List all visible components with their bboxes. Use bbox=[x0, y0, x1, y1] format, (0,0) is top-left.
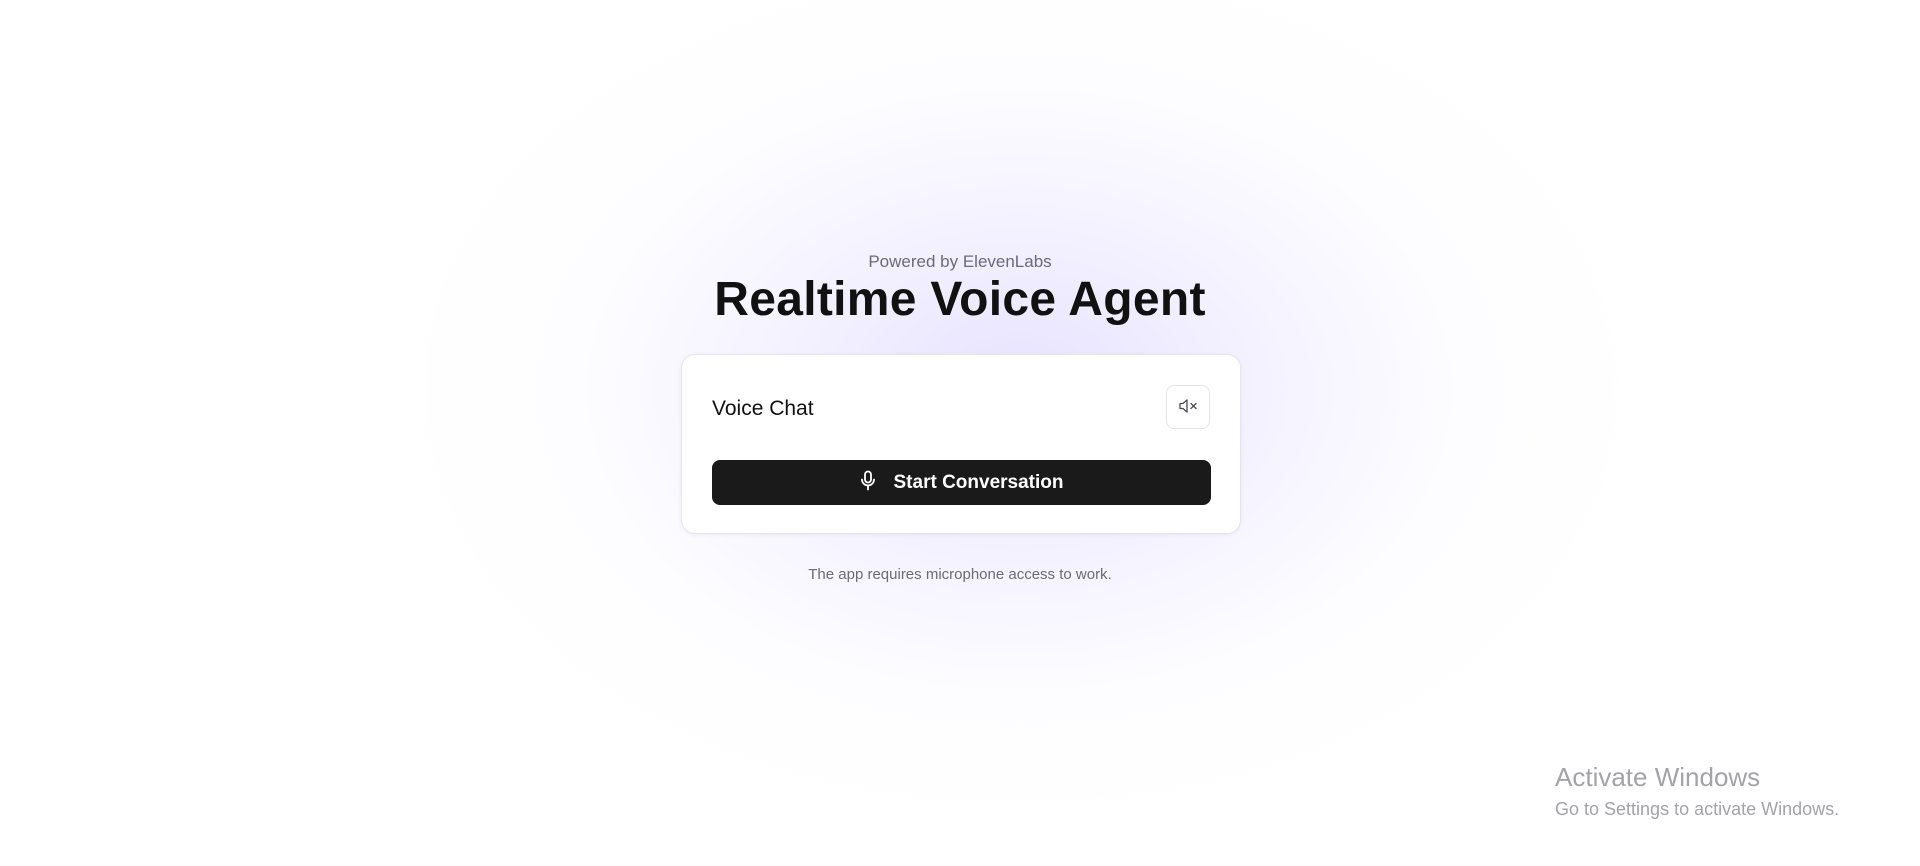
microphone-icon bbox=[860, 470, 876, 495]
start-conversation-button[interactable]: Start Conversation bbox=[712, 460, 1211, 505]
card-title: Voice Chat bbox=[712, 397, 814, 420]
microphone-requirement-note: The app requires microphone access to wo… bbox=[808, 566, 1112, 583]
activate-windows-title: Activate Windows bbox=[1555, 762, 1761, 792]
speaker-muted-icon bbox=[1178, 398, 1198, 417]
voice-chat-card: Voice Chat Start Conversation bbox=[681, 354, 1241, 534]
page-title: Realtime Voice Agent bbox=[714, 273, 1206, 326]
activate-windows-watermark: Activate Windows Go to Settings to activ… bbox=[1555, 762, 1839, 820]
powered-by-label: Powered by ElevenLabs bbox=[868, 252, 1052, 271]
mute-toggle-button[interactable] bbox=[1166, 385, 1210, 429]
start-conversation-label: Start Conversation bbox=[893, 471, 1064, 493]
activate-windows-subtitle: Go to Settings to activate Windows. bbox=[1555, 799, 1840, 819]
